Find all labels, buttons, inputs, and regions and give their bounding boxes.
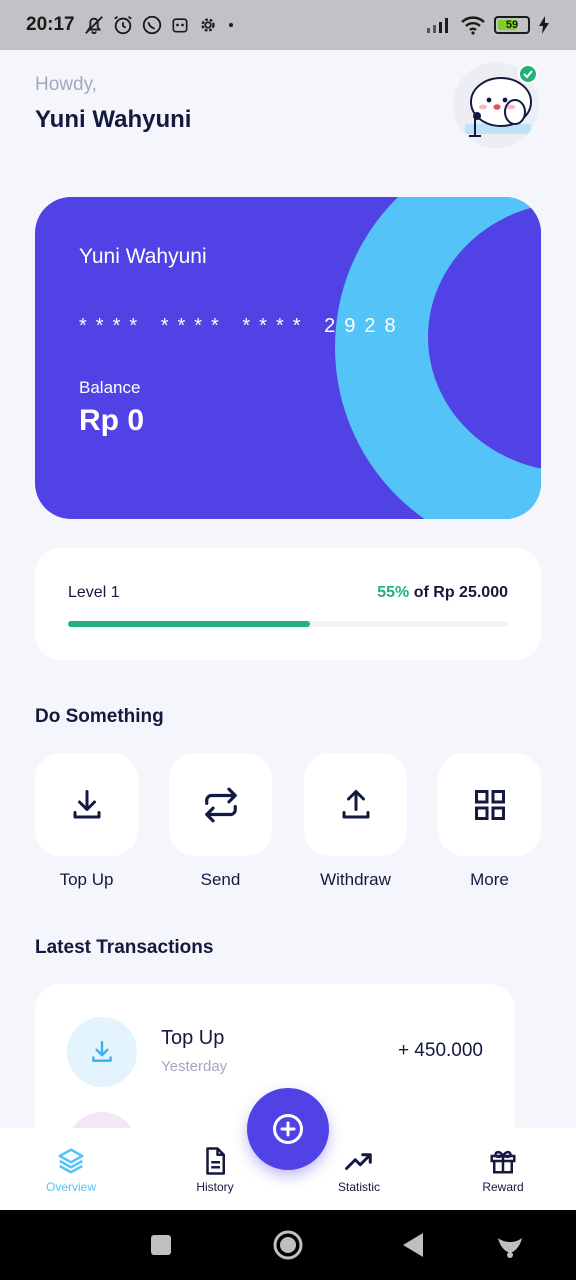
balance-label: Balance bbox=[79, 378, 141, 397]
trending-up-icon bbox=[345, 1153, 372, 1170]
nav-overview-label: Overview bbox=[45, 1180, 96, 1194]
user-name: Yuni Wahyuni bbox=[35, 106, 192, 133]
level-progress-fill bbox=[68, 621, 310, 627]
card-holder-name: Yuni Wahyuni bbox=[79, 245, 207, 268]
balance-amount: Rp 0 bbox=[79, 404, 145, 437]
charging-icon bbox=[539, 16, 549, 34]
nav-history[interactable]: History bbox=[165, 1146, 265, 1194]
signal-icon bbox=[427, 18, 448, 33]
upload-icon bbox=[342, 789, 369, 818]
nav-overview[interactable]: Overview bbox=[21, 1146, 121, 1194]
level-card: Level 1 55% of Rp 25.000 bbox=[35, 548, 541, 660]
gift-icon bbox=[490, 1150, 516, 1174]
level-progress-text: 55% of Rp 25.000 bbox=[377, 584, 508, 602]
nav-statistic-label: Statistic bbox=[337, 1180, 380, 1194]
transactions-section-title: Latest Transactions bbox=[35, 937, 214, 958]
settings-icon bbox=[200, 18, 215, 32]
top-up-label: Top Up bbox=[59, 870, 114, 889]
status-bar: 20:17 59 bbox=[0, 0, 576, 50]
balance-card[interactable]: Yuni Wahyuni **** **** **** 2928 Balance… bbox=[35, 197, 541, 519]
nav-reward-label: Reward bbox=[482, 1180, 524, 1194]
level-label: Level 1 bbox=[68, 584, 120, 601]
battery-level: 59 bbox=[505, 19, 519, 31]
verified-badge-icon bbox=[518, 64, 538, 84]
card-number: **** **** **** 2928 bbox=[79, 315, 405, 337]
transaction-time: Yesterday bbox=[161, 1058, 228, 1075]
nav-history-label: History bbox=[196, 1180, 234, 1194]
status-time: 20:17 bbox=[26, 14, 75, 35]
home-icon[interactable] bbox=[272, 1230, 304, 1260]
layers-icon bbox=[58, 1148, 84, 1174]
battery-icon: 59 bbox=[494, 16, 530, 34]
send-button[interactable]: Send bbox=[169, 753, 272, 890]
assistant-icon[interactable] bbox=[496, 1230, 524, 1260]
document-icon bbox=[206, 1147, 225, 1175]
transaction-title: Top Up bbox=[161, 1027, 225, 1049]
withdraw-button[interactable]: Withdraw bbox=[304, 753, 407, 890]
mute-icon bbox=[84, 16, 103, 35]
system-nav-bar bbox=[0, 1210, 576, 1280]
nav-reward[interactable]: Reward bbox=[453, 1146, 553, 1194]
transaction-amount: + 450.000 bbox=[397, 1040, 483, 1061]
withdraw-label: Withdraw bbox=[320, 870, 391, 889]
more-label: More bbox=[470, 870, 509, 889]
dot-icon bbox=[228, 23, 233, 27]
status-system-icons: 59 bbox=[426, 15, 550, 35]
recent-apps-icon[interactable] bbox=[150, 1230, 172, 1260]
status-notification-icons bbox=[83, 14, 236, 36]
wifi-icon bbox=[461, 16, 485, 35]
app-icon bbox=[172, 18, 188, 33]
nav-statistic[interactable]: Statistic bbox=[309, 1146, 409, 1194]
send-label: Send bbox=[200, 870, 241, 889]
transfer-icon bbox=[204, 787, 237, 822]
greeting-text: Howdy, bbox=[35, 74, 97, 95]
transaction-icon bbox=[67, 1017, 137, 1087]
more-button[interactable]: More bbox=[438, 753, 541, 890]
level-target: of Rp 25.000 bbox=[413, 584, 508, 601]
top-up-button[interactable]: Top Up bbox=[35, 753, 138, 890]
download-icon bbox=[92, 1041, 112, 1062]
back-icon[interactable] bbox=[401, 1230, 425, 1260]
whatsapp-icon bbox=[142, 15, 161, 35]
add-fab-button[interactable] bbox=[247, 1088, 329, 1170]
plus-circle-icon bbox=[273, 1114, 303, 1144]
alarm-icon bbox=[113, 15, 132, 35]
download-icon bbox=[73, 789, 100, 818]
grid-icon bbox=[474, 789, 505, 820]
level-percent: 55% bbox=[377, 584, 410, 601]
actions-section-title: Do Something bbox=[35, 706, 164, 727]
level-progress-bar bbox=[68, 621, 508, 627]
